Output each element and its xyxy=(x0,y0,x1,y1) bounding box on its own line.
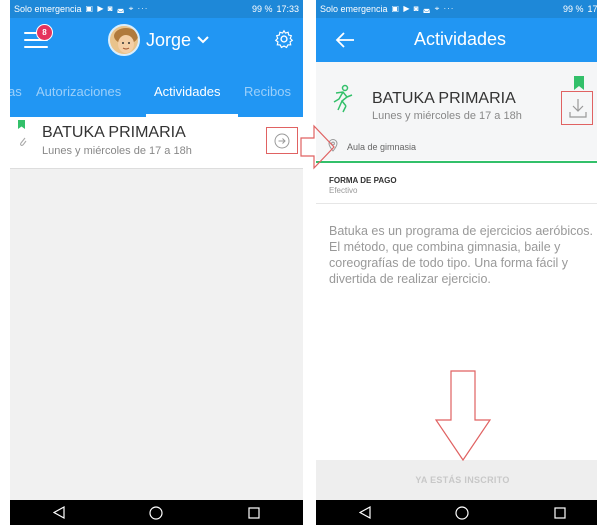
chevron-down-icon xyxy=(197,36,209,44)
page-title: Actividades xyxy=(414,29,507,49)
annotation-arrow-down xyxy=(434,370,492,462)
activity-list-item[interactable]: BATUKA PRIMARIA Lunes y miércoles de 17 … xyxy=(10,117,303,169)
user-switcher[interactable]: Jorge xyxy=(108,24,209,56)
activity-title: BATUKA PRIMARIA xyxy=(372,90,516,107)
dance-icon xyxy=(333,84,353,113)
avatar xyxy=(108,24,140,56)
battery-text: 99 % xyxy=(562,4,584,14)
app-bar: 8 Jorge xyxy=(10,18,303,62)
activity-schedule: Lunes y miércoles de 17 a 18h xyxy=(42,145,192,157)
nav-home-icon[interactable] xyxy=(141,503,171,523)
download-icon xyxy=(569,99,587,118)
annotation-arrow-right xyxy=(300,124,335,170)
user-name: Jorge xyxy=(146,29,192,50)
notification-badge: 8 xyxy=(36,24,53,41)
open-activity-button[interactable] xyxy=(266,127,298,154)
back-arrow-icon[interactable] xyxy=(334,29,356,51)
nav-back-icon[interactable] xyxy=(44,503,74,523)
activity-title: BATUKA PRIMARIA xyxy=(42,124,186,141)
status-bar: Solo emergencia ▣ ▶ ◙ ◛ ⌖ ··· 99 % 17:33 xyxy=(10,0,303,18)
left-screen: Solo emergencia ▣ ▶ ◙ ◛ ⌖ ··· 99 % 17:33… xyxy=(10,0,303,525)
location-row: Aula de gimnasia xyxy=(316,132,597,160)
bookmark-icon xyxy=(18,120,25,129)
app-bar: Actividades xyxy=(316,18,597,62)
payment-value: Efectivo xyxy=(329,186,358,195)
nav-recents-icon[interactable] xyxy=(239,503,269,523)
system-nav-bar xyxy=(10,500,303,525)
download-button[interactable] xyxy=(561,91,593,125)
status-icons: ▣ ▶ ◙ ◛ ⌖ ··· xyxy=(391,4,455,13)
tab-recibos[interactable]: Recibos xyxy=(244,84,291,99)
status-bar: Solo emergencia ▣ ▶ ◙ ◛ ⌖ ··· 99 % 17:3 xyxy=(316,0,597,18)
paperclip-icon xyxy=(20,137,27,146)
enroll-button[interactable]: YA ESTÁS INSCRITO xyxy=(316,460,597,500)
tab-actividades[interactable]: Actividades xyxy=(154,84,220,99)
nav-back-icon[interactable] xyxy=(350,503,380,523)
tab-partial[interactable]: as xyxy=(10,84,22,99)
battery-text: 99 % xyxy=(251,4,273,14)
arrow-right-circle-icon xyxy=(274,133,290,149)
status-icons: ▣ ▶ ◙ ◛ ⌖ ··· xyxy=(85,4,149,13)
system-nav-bar xyxy=(316,500,597,525)
payment-label: FORMA DE PAGO xyxy=(329,176,397,185)
nav-recents-icon[interactable] xyxy=(545,503,575,523)
divider xyxy=(316,203,597,204)
carrier-text: Solo emergencia xyxy=(14,4,82,14)
section-divider xyxy=(316,161,597,163)
location-text: Aula de gimnasia xyxy=(347,142,417,152)
bookmark-icon xyxy=(574,76,584,90)
activity-schedule: Lunes y miércoles de 17 a 18h xyxy=(372,110,522,122)
enroll-button-label: YA ESTÁS INSCRITO xyxy=(415,475,510,485)
settings-icon[interactable] xyxy=(273,28,295,50)
tab-bar: as Autorizaciones Actividades Recibos xyxy=(10,62,303,117)
clock-text: 17:3 xyxy=(587,4,597,14)
nav-home-icon[interactable] xyxy=(447,503,477,523)
carrier-text: Solo emergencia xyxy=(320,4,388,14)
clock-text: 17:33 xyxy=(276,4,299,14)
activity-description: Batuka es un programa de ejercicios aeró… xyxy=(329,224,594,286)
tab-autorizaciones[interactable]: Autorizaciones xyxy=(36,84,121,99)
